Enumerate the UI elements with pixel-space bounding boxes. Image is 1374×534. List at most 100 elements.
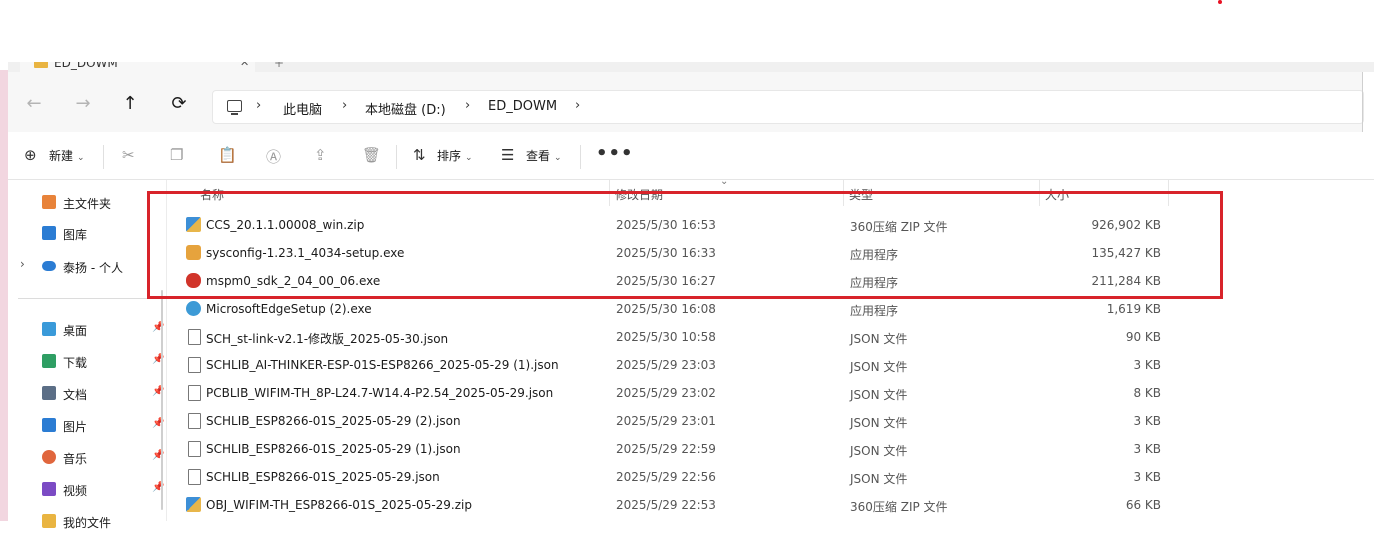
file-type: JSON 文件 <box>850 332 908 346</box>
breadcrumb-this-pc[interactable]: 此电脑 <box>283 99 322 118</box>
new-tab-button[interactable]: + <box>274 62 284 70</box>
nav-label: 桌面 <box>63 324 88 338</box>
edge-installer-icon <box>186 301 201 316</box>
file-type: JSON 文件 <box>850 444 908 458</box>
desktop-icon <box>42 322 56 336</box>
up-button[interactable]: ↑ <box>118 92 142 116</box>
column-separator[interactable] <box>1039 180 1040 206</box>
file-size: 3 KB <box>1133 470 1161 484</box>
file-size: 8 KB <box>1133 386 1161 400</box>
nav-item-onedrive[interactable]: › 泰扬 - 个人 <box>8 253 166 279</box>
music-icon <box>42 450 56 464</box>
close-icon[interactable]: ✕ <box>240 62 249 69</box>
nav-item-music[interactable]: 音乐 📌 <box>8 444 166 470</box>
file-name: SCHLIB_ESP8266-01S_2025-05-29.json <box>206 470 440 484</box>
file-date: 2025/5/29 22:56 <box>616 470 716 484</box>
paste-icon[interactable]: 📋 <box>218 146 237 164</box>
file-date: 2025/5/29 22:59 <box>616 442 716 456</box>
file-date: 2025/5/29 23:03 <box>616 358 716 372</box>
nav-scrollbar[interactable] <box>161 290 163 510</box>
breadcrumb-local-disk[interactable]: 本地磁盘 (D:) <box>365 99 446 118</box>
file-type: JSON 文件 <box>850 416 908 430</box>
file-row[interactable]: MicrosoftEdgeSetup (2).exe 2025/5/30 16:… <box>167 295 1374 323</box>
chevron-down-icon: ⌄ <box>720 176 729 187</box>
nav-label: 文档 <box>63 388 88 402</box>
file-type: 应用程序 <box>850 276 899 290</box>
sort-button[interactable]: 排序 ⌄ <box>437 147 473 164</box>
file-row[interactable]: SCHLIB_AI-THINKER-ESP-01S-ESP8266_2025-0… <box>167 351 1374 379</box>
file-row[interactable]: SCHLIB_ESP8266-01S_2025-05-29 (1).json 2… <box>167 435 1374 463</box>
nav-item-downloads[interactable]: 下载 📌 <box>8 348 166 374</box>
column-header-size[interactable]: 大小 <box>1045 186 1069 203</box>
file-row[interactable]: SCHLIB_ESP8266-01S_2025-05-29 (2).json 2… <box>167 407 1374 435</box>
file-size: 90 KB <box>1125 330 1161 344</box>
download-icon <box>42 354 56 368</box>
nav-label: 音乐 <box>63 452 88 466</box>
chevron-right-icon[interactable]: › <box>20 257 25 271</box>
view-button[interactable]: 查看 ⌄ <box>526 147 562 164</box>
file-row[interactable]: PCBLIB_WIFIM-TH_8P-L24.7-W14.4-P2.54_202… <box>167 379 1374 407</box>
refresh-button[interactable]: ⟳ <box>167 92 191 116</box>
zip-file-icon <box>186 497 201 512</box>
tab-title: ED_DOWM <box>54 62 118 70</box>
file-size: 3 KB <box>1133 358 1161 372</box>
address-bar[interactable]: › 此电脑 › 本地磁盘 (D:) › ED_DOWM › <box>212 90 1364 124</box>
copy-icon[interactable]: ❐ <box>170 146 183 164</box>
nav-item-pictures[interactable]: 图片 📌 <box>8 412 166 438</box>
file-row[interactable]: OBJ_WIFIM-TH_ESP8266-01S_2025-05-29.zip … <box>167 491 1374 519</box>
column-separator[interactable] <box>1168 180 1169 206</box>
computer-icon <box>227 100 242 115</box>
delete-icon[interactable]: 🗑 <box>362 146 381 164</box>
file-list: ⌄ 名称 修改日期 类型 大小 CCS_20.1.1.00008_win.zip… <box>167 176 1374 521</box>
file-size: 1,619 KB <box>1106 302 1161 316</box>
new-button[interactable]: 新建 ⌄ <box>49 147 85 164</box>
nav-label: 图片 <box>63 420 88 434</box>
nav-item-desktop[interactable]: 桌面 📌 <box>8 316 166 342</box>
column-separator[interactable] <box>609 180 610 206</box>
file-date: 2025/5/30 10:58 <box>616 330 716 344</box>
file-size: 926,902 KB <box>1091 218 1161 232</box>
file-type: 360压缩 ZIP 文件 <box>850 500 948 514</box>
column-header-name[interactable]: 名称 <box>200 186 224 203</box>
tab-ed-dowm[interactable]: ED_DOWM ✕ <box>20 62 255 72</box>
nav-item-documents[interactable]: 文档 📌 <box>8 380 166 406</box>
share-icon[interactable]: ⇪ <box>314 146 327 164</box>
nav-item-my-files[interactable]: 我的文件 <box>8 508 166 534</box>
rename-icon[interactable]: Ⓐ <box>266 146 281 167</box>
column-header-date[interactable]: 修改日期 <box>615 186 663 203</box>
nav-item-videos[interactable]: 视频 📌 <box>8 476 166 502</box>
breadcrumb-separator[interactable]: › <box>465 98 470 113</box>
file-row[interactable]: mspm0_sdk_2_04_00_06.exe 2025/5/30 16:27… <box>167 267 1374 295</box>
navigation-pane: 主文件夹 图库 › 泰扬 - 个人 桌面 📌 下载 📌 文档 📌 图片 📌 音乐… <box>8 180 167 530</box>
folder-icon <box>34 62 48 68</box>
breadcrumb-separator[interactable]: › <box>256 98 261 113</box>
cut-icon[interactable]: ✂ <box>122 146 135 164</box>
forward-button[interactable]: → <box>71 92 95 116</box>
file-row[interactable]: SCH_st-link-v2.1-修改版_2025-05-30.json 202… <box>167 323 1374 351</box>
json-file-icon <box>188 357 201 373</box>
nav-divider <box>18 298 158 299</box>
nav-item-gallery[interactable]: 图库 <box>8 220 166 246</box>
command-bar: ⊕ 新建 ⌄ ✂ ❐ 📋 Ⓐ ⇪ 🗑 ⇅ 排序 ⌄ ☰ 查看 ⌄ ••• <box>8 133 1374 180</box>
breadcrumb-separator[interactable]: › <box>575 98 580 113</box>
file-type: 应用程序 <box>850 248 899 262</box>
column-header-type[interactable]: 类型 <box>849 186 873 203</box>
file-date: 2025/5/29 22:53 <box>616 498 716 512</box>
back-button[interactable]: ← <box>22 92 46 116</box>
installer-icon <box>186 245 201 260</box>
file-row[interactable]: SCHLIB_ESP8266-01S_2025-05-29.json 2025/… <box>167 463 1374 491</box>
json-file-icon <box>188 413 201 429</box>
chevron-down-icon: ⌄ <box>465 153 473 163</box>
json-file-icon <box>188 441 201 457</box>
nav-item-home[interactable]: 主文件夹 <box>8 189 166 215</box>
nav-label: 主文件夹 <box>63 197 112 211</box>
breadcrumb-ed-dowm[interactable]: ED_DOWM <box>488 99 557 114</box>
column-separator[interactable] <box>843 180 844 206</box>
file-row[interactable]: sysconfig-1.23.1_4034-setup.exe 2025/5/3… <box>167 239 1374 267</box>
file-date: 2025/5/29 23:01 <box>616 414 716 428</box>
nav-label: 下载 <box>63 356 88 370</box>
breadcrumb-separator[interactable]: › <box>342 98 347 113</box>
more-options-button[interactable]: ••• <box>596 143 634 164</box>
file-row[interactable]: CCS_20.1.1.00008_win.zip 2025/5/30 16:53… <box>167 211 1374 239</box>
json-file-icon <box>188 329 201 345</box>
